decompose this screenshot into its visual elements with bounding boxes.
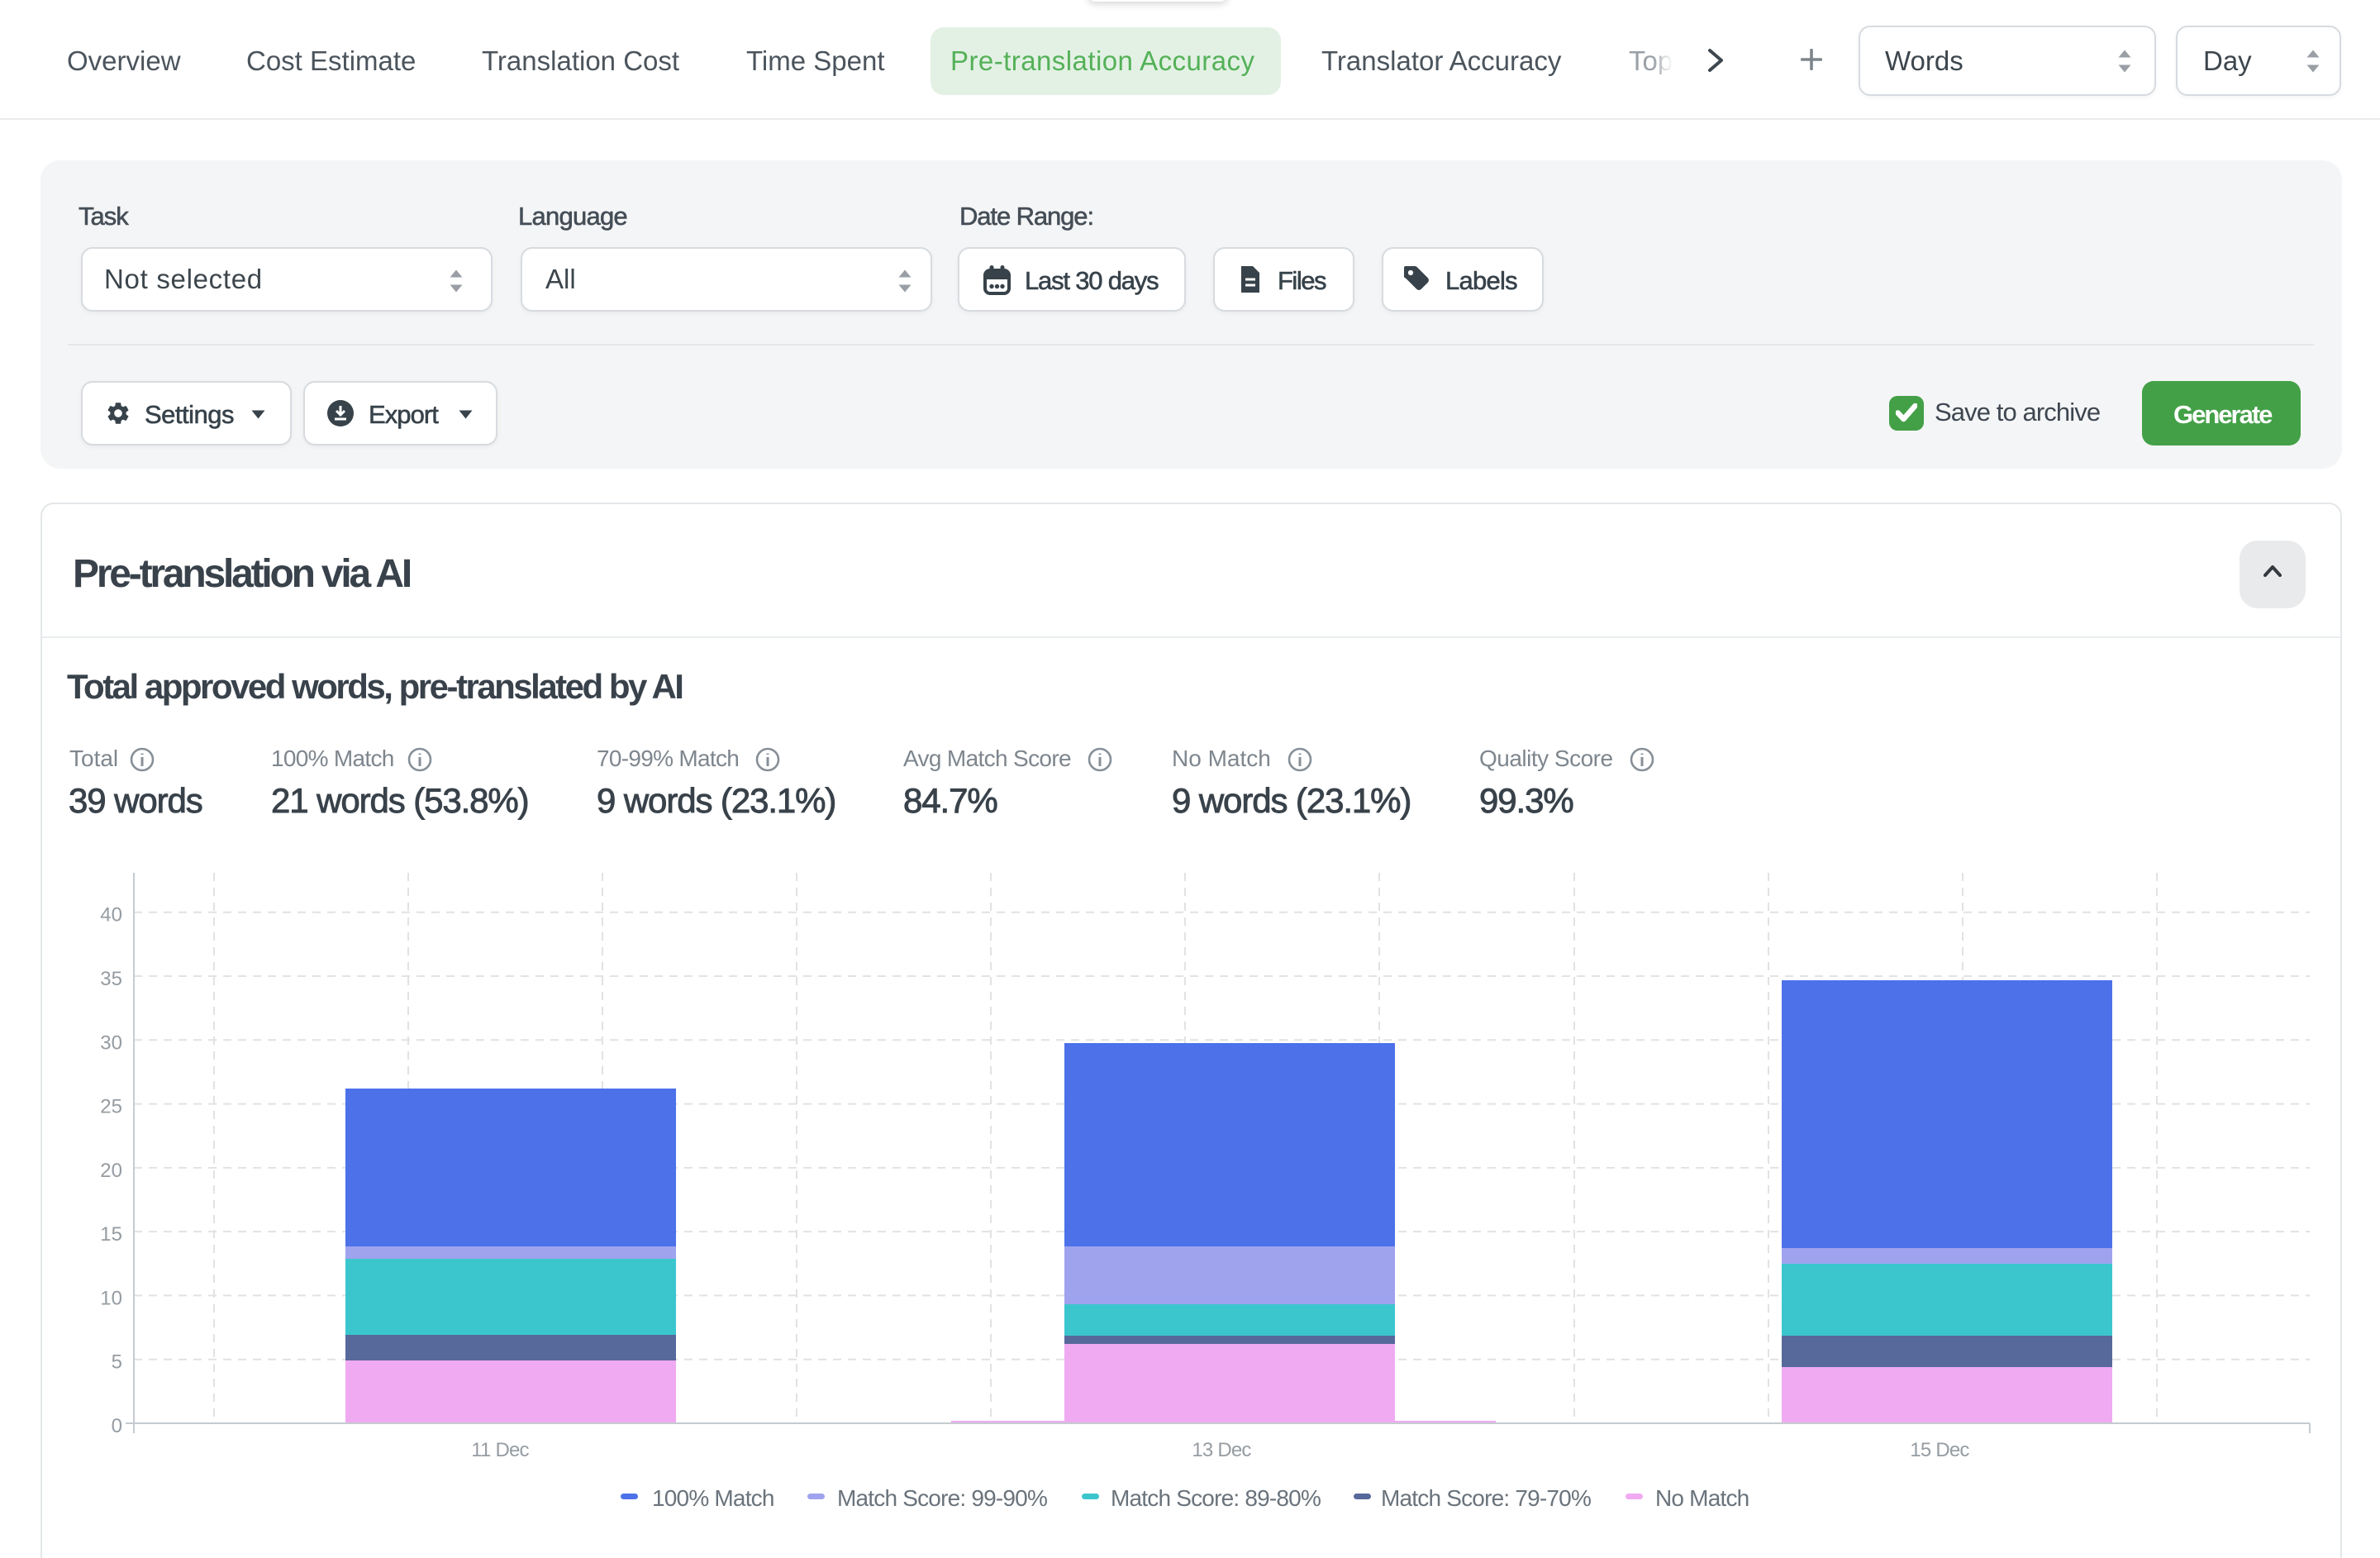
svg-text:Match Score: 89-80%: Match Score: 89-80%: [1111, 1485, 1321, 1511]
svg-text:10: 10: [100, 1287, 122, 1309]
svg-text:25: 25: [100, 1096, 122, 1118]
svg-text:Match Score: 99-90%: Match Score: 99-90%: [837, 1485, 1047, 1511]
svg-text:0: 0: [112, 1415, 122, 1437]
svg-text:30: 30: [100, 1032, 122, 1054]
svg-text:40: 40: [100, 904, 122, 927]
svg-text:No Match: No Match: [1655, 1485, 1749, 1511]
svg-text:11 Dec: 11 Dec: [471, 1439, 529, 1461]
svg-text:100% Match: 100% Match: [652, 1485, 774, 1511]
svg-text:15 Dec: 15 Dec: [1910, 1439, 1969, 1461]
svg-text:15: 15: [100, 1223, 122, 1246]
svg-text:20: 20: [100, 1160, 122, 1182]
svg-text:13 Dec: 13 Dec: [1192, 1439, 1251, 1461]
svg-text:35: 35: [100, 968, 122, 990]
svg-text:Match Score: 79-70%: Match Score: 79-70%: [1381, 1485, 1591, 1511]
svg-text:5: 5: [112, 1351, 122, 1374]
